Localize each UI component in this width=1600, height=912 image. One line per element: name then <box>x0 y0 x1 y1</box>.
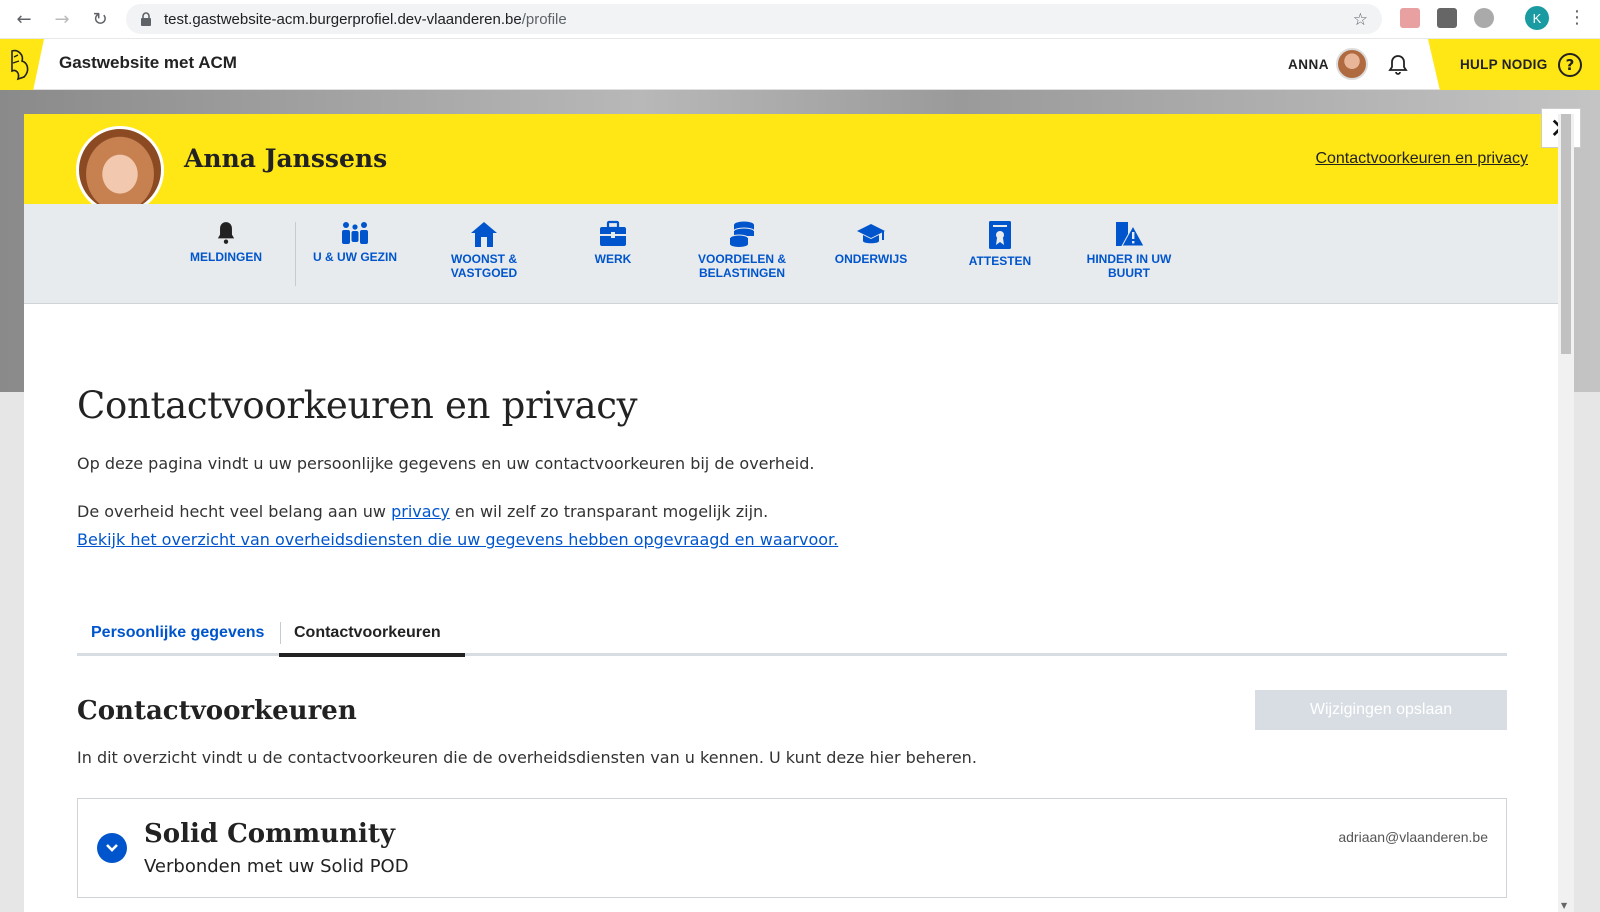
active-tab-indicator <box>279 653 465 657</box>
extension-circle-icon[interactable] <box>1474 8 1494 28</box>
nav-item-woonst[interactable]: WOONST & VASTGOED <box>424 220 544 280</box>
menu-kebab-icon[interactable]: ⋮ <box>1568 6 1586 30</box>
pdf-extension-icon[interactable] <box>1400 8 1420 28</box>
nav-item-voordelen[interactable]: VOORDELEN & BELASTINGEN <box>682 220 802 280</box>
back-icon[interactable]: ← <box>6 1 42 37</box>
profile-avatar-icon[interactable]: K <box>1525 6 1549 30</box>
profile-name: Anna Janssens <box>184 144 388 173</box>
card-title: Solid Community <box>144 819 395 849</box>
scrollbar-thumb[interactable] <box>1561 114 1571 354</box>
nav-label: ATTESTEN <box>968 254 1032 268</box>
profile-avatar <box>76 126 164 214</box>
browser-toolbar: ← → ↻ test.gastwebsite-acm.burgerprofiel… <box>0 0 1600 38</box>
site-title[interactable]: Gastwebsite met ACM <box>59 53 237 73</box>
profile-banner: Anna Janssens Contactvoorkeuren en priva… <box>24 114 1558 214</box>
nav-item-onderwijs[interactable]: ONDERWIJS <box>811 220 931 266</box>
vlaanderen-logo[interactable] <box>0 39 44 91</box>
privacy-text-post: en wil zelf zo transparant mogelijk zijn… <box>449 502 769 521</box>
expand-chevron-icon[interactable] <box>97 833 127 863</box>
card-email: adriaan@vlaanderen.be <box>1338 829 1488 845</box>
avatar[interactable] <box>1336 48 1368 80</box>
url-path: /profile <box>521 10 567 28</box>
nav-label: VOORDELEN & BELASTINGEN <box>697 252 786 280</box>
tab-persoonlijke-gegevens[interactable]: Persoonlijke gegevens <box>91 624 264 642</box>
bell-icon <box>217 222 235 244</box>
lock-icon <box>141 12 151 26</box>
nav-label: WOONST & VASTGOED <box>450 252 518 280</box>
notification-bell-icon[interactable] <box>1386 53 1410 77</box>
bookmark-star-icon[interactable]: ☆ <box>1353 10 1368 30</box>
intro-text: Op deze pagina vindt u uw persoonlijke g… <box>77 454 815 473</box>
nav-label: MELDINGEN <box>190 250 262 264</box>
contact-privacy-link[interactable]: Contactvoorkeuren en privacy <box>1315 150 1528 168</box>
contact-preference-card: Solid Community Verbonden met uw Solid P… <box>77 798 1507 898</box>
nav-label: HINDER IN UW BUURT <box>1086 252 1172 280</box>
extension-c-icon[interactable] <box>1437 8 1457 28</box>
tab-divider <box>280 622 281 644</box>
profile-nav: MELDINGEN U & UW GEZIN WOONST & VASTGOED… <box>24 204 1558 304</box>
scrollbar[interactable]: ▼ <box>1558 114 1574 912</box>
forward-icon[interactable]: → <box>44 1 80 37</box>
nav-label: U & UW GEZIN <box>313 250 397 264</box>
graduation-cap-icon <box>857 224 885 244</box>
family-icon <box>342 222 368 244</box>
scroll-down-arrow-icon[interactable]: ▼ <box>1561 901 1567 910</box>
coins-icon <box>729 221 755 247</box>
save-button[interactable]: Wijzigingen opslaan <box>1255 690 1507 730</box>
nav-item-gezin[interactable]: U & UW GEZIN <box>295 220 415 264</box>
help-label[interactable]: HULP NODIG <box>1460 57 1548 72</box>
tab-bar: Persoonlijke gegevens Contactvoorkeuren <box>77 612 1507 657</box>
url-host: test.gastwebsite-acm.burgerprofiel.dev-v… <box>164 10 522 28</box>
section-title: Contactvoorkeuren <box>77 696 357 726</box>
nav-label: ONDERWIJS <box>834 252 908 266</box>
nav-item-hinder[interactable]: HINDER IN UW BUURT <box>1069 220 1189 280</box>
profile-modal: Anna Janssens Contactvoorkeuren en priva… <box>24 114 1558 912</box>
help-question-icon[interactable]: ? <box>1558 53 1582 77</box>
privacy-text: De overheid hecht veel belang aan uw pri… <box>77 502 768 521</box>
user-name[interactable]: ANNA <box>1288 57 1329 72</box>
nav-item-werk[interactable]: WERK <box>553 220 673 266</box>
address-bar[interactable]: test.gastwebsite-acm.burgerprofiel.dev-v… <box>126 4 1382 34</box>
section-description: In dit overzicht vindt u de contactvoork… <box>77 748 977 767</box>
reload-icon[interactable]: ↻ <box>82 1 118 37</box>
house-icon <box>471 222 497 247</box>
page-title: Contactvoorkeuren en privacy <box>77 384 638 427</box>
lion-icon <box>11 49 29 81</box>
certificate-icon <box>989 221 1011 249</box>
privacy-text-pre: De overheid hecht veel belang aan uw <box>77 502 392 521</box>
tab-contactvoorkeuren[interactable]: Contactvoorkeuren <box>294 624 441 642</box>
nav-label: WERK <box>594 252 632 266</box>
roadwork-icon <box>1116 222 1145 247</box>
card-subtitle: Verbonden met uw Solid POD <box>144 856 409 877</box>
overview-link[interactable]: Bekijk het overzicht van overheidsdienst… <box>77 530 838 549</box>
nav-item-attesten[interactable]: ATTESTEN <box>940 220 1060 268</box>
privacy-link[interactable]: privacy <box>391 502 450 521</box>
site-header: Gastwebsite met ACM ANNA HULP NODIG ? <box>0 38 1600 91</box>
nav-item-meldingen[interactable]: MELDINGEN <box>166 220 286 264</box>
briefcase-icon <box>600 220 626 246</box>
